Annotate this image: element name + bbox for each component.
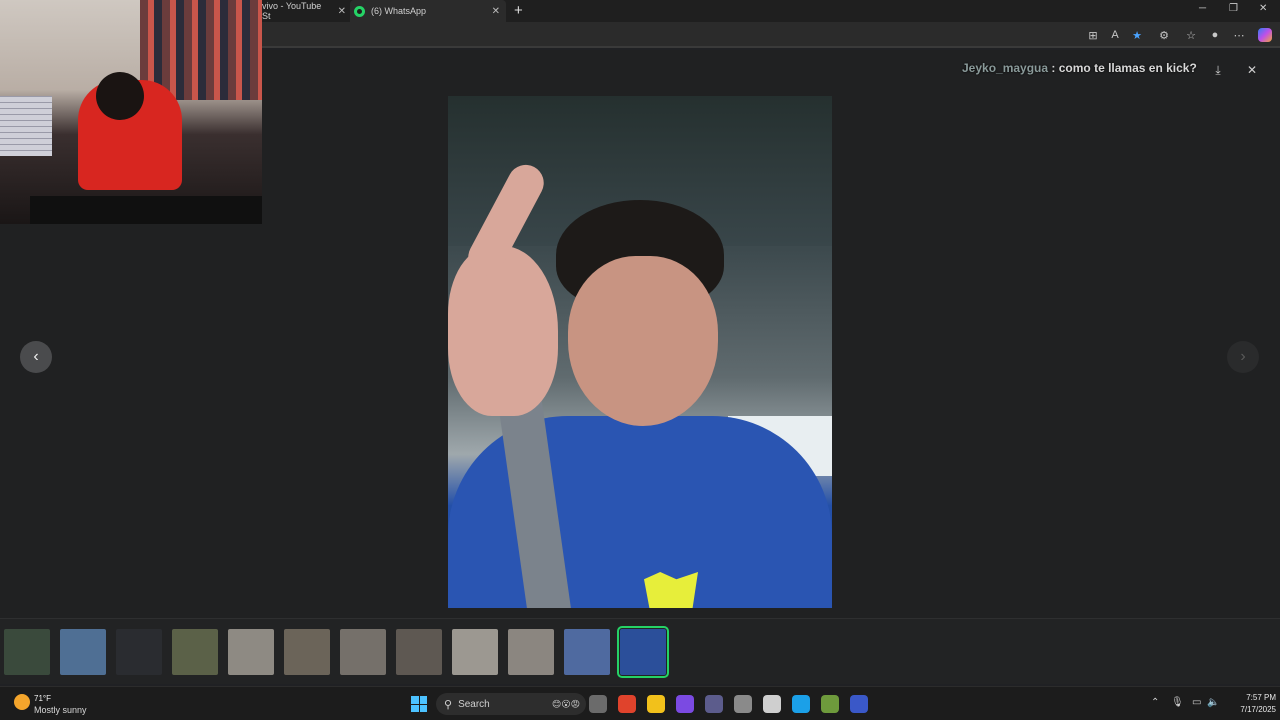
taskbar-clock[interactable]: 7:57 PM 7/17/2025 bbox=[1220, 692, 1276, 716]
viewer-photo bbox=[448, 96, 832, 608]
taskbar-app-icon[interactable] bbox=[763, 695, 781, 713]
weather-desc[interactable]: Mostly sunny bbox=[34, 705, 87, 715]
taskbar-search[interactable]: ⚲ Search 😊😮😡 bbox=[436, 693, 586, 715]
taskbar-app-icon[interactable] bbox=[850, 695, 868, 713]
thumbnail-item[interactable] bbox=[617, 626, 669, 678]
mic-icon[interactable]: 🎙 bbox=[1171, 697, 1184, 708]
browser-toolbar: ⊞ A ★ ⚙ ☆ ● ⋯ bbox=[262, 22, 1280, 48]
display-icon[interactable]: ▭ bbox=[1192, 697, 1201, 708]
next-photo-button[interactable]: › bbox=[1227, 341, 1259, 373]
read-aloud-icon[interactable]: A bbox=[1108, 28, 1122, 42]
favorites-icon[interactable]: ☆ bbox=[1184, 28, 1198, 42]
previous-photo-button[interactable]: ‹ bbox=[20, 341, 52, 373]
app-grid-icon[interactable]: ⊞ bbox=[1086, 28, 1100, 42]
whatsapp-icon bbox=[354, 5, 365, 17]
taskbar-app-icon[interactable] bbox=[734, 695, 752, 713]
minimize-button[interactable]: ─ bbox=[1199, 3, 1206, 14]
clock-date: 7/17/2025 bbox=[1240, 705, 1276, 714]
thumbnail-item[interactable] bbox=[116, 629, 162, 675]
restore-button[interactable]: ❐ bbox=[1229, 3, 1238, 14]
taskbar-app-icon[interactable] bbox=[676, 695, 694, 713]
thumbnail-item[interactable] bbox=[564, 629, 610, 675]
taskbar-app-icon[interactable] bbox=[705, 695, 723, 713]
weather-temp[interactable]: 71°F bbox=[34, 694, 51, 703]
more-icon[interactable]: ⋯ bbox=[1232, 28, 1246, 42]
copilot-icon[interactable] bbox=[1258, 28, 1272, 42]
taskbar-app-icon[interactable] bbox=[618, 695, 636, 713]
clock-time: 7:57 PM bbox=[1246, 693, 1276, 702]
search-icon: ⚲ bbox=[444, 698, 453, 711]
tab-label: vivo - YouTube St bbox=[262, 1, 322, 21]
favorite-star-icon[interactable]: ★ bbox=[1130, 28, 1144, 42]
thumbnail-item[interactable] bbox=[4, 629, 50, 675]
webcam-overlay bbox=[0, 0, 262, 224]
close-viewer-icon[interactable]: ✕ bbox=[1244, 62, 1260, 78]
close-tab-icon[interactable]: ✕ bbox=[338, 6, 346, 17]
search-label: Search bbox=[458, 698, 490, 710]
taskbar-app-icon[interactable] bbox=[647, 695, 665, 713]
new-tab-button[interactable]: + bbox=[514, 2, 523, 19]
weather-icon[interactable] bbox=[14, 694, 30, 710]
thumbnail-item[interactable] bbox=[508, 629, 554, 675]
download-icon[interactable]: ⤓ bbox=[1210, 62, 1226, 78]
stream-chat-overlay: Jeyko_maygua : como te llamas en kick? bbox=[962, 58, 1202, 78]
chat-separator: : bbox=[1048, 61, 1059, 75]
thumbnail-item[interactable] bbox=[340, 629, 386, 675]
profile-icon[interactable]: ● bbox=[1208, 28, 1222, 42]
thumbnail-item[interactable] bbox=[172, 629, 218, 675]
extensions-icon[interactable]: ⚙ bbox=[1157, 28, 1171, 42]
windows-taskbar: 71°F Mostly sunny ⚲ Search 😊😮😡 ⌃ 🎙 ▭ 🔈 7… bbox=[0, 686, 1280, 720]
tab-youtube-studio[interactable]: vivo - YouTube St ✕ bbox=[262, 0, 346, 22]
thumbnail-item[interactable] bbox=[396, 629, 442, 675]
close-tab-icon[interactable]: ✕ bbox=[492, 6, 500, 17]
start-button-icon[interactable] bbox=[411, 696, 427, 712]
volume-icon[interactable]: 🔈 bbox=[1207, 697, 1219, 708]
chat-message: como te llamas en kick? bbox=[1058, 61, 1197, 75]
thumbnail-item[interactable] bbox=[228, 629, 274, 675]
thumbnail-item[interactable] bbox=[452, 629, 498, 675]
thumbnail-item[interactable] bbox=[60, 629, 106, 675]
thumbnail-strip bbox=[0, 618, 1280, 684]
taskbar-app-icon[interactable] bbox=[792, 695, 810, 713]
tab-label: (6) WhatsApp bbox=[371, 6, 427, 16]
thumbnail-item[interactable] bbox=[284, 629, 330, 675]
close-window-button[interactable]: ✕ bbox=[1259, 3, 1267, 14]
tab-whatsapp[interactable]: (6) WhatsApp ✕ bbox=[350, 0, 506, 22]
search-highlight-icon: 😊😮😡 bbox=[551, 698, 580, 709]
taskbar-app-icon[interactable] bbox=[589, 695, 607, 713]
tray-chevron-icon[interactable]: ⌃ bbox=[1151, 697, 1159, 708]
chat-username: Jeyko_maygua bbox=[962, 61, 1049, 75]
taskbar-app-icon[interactable] bbox=[821, 695, 839, 713]
